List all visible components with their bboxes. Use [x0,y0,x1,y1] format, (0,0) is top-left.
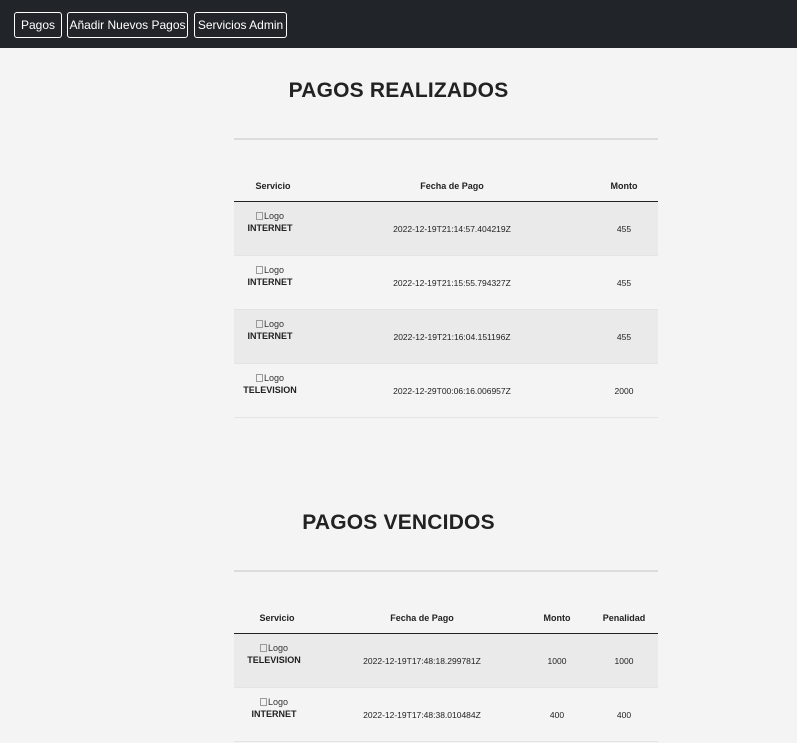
payment-penalty: 400 [616,710,632,720]
table-header: Servicio Fecha de Pago Monto Penalidad [234,602,658,634]
header-monto: Monto [543,613,571,623]
header-servicio: Servicio [259,613,295,623]
service-name: INTERNET [247,331,293,341]
pagos-vencidos-table: Servicio Fecha de Pago Monto Penalidad L… [234,602,658,742]
payment-penalty: 1000 [614,656,634,666]
broken-image-icon [255,212,263,220]
table-row: Logo INTERNET 2022-12-19T21:15:55.794327… [234,256,658,310]
payment-amount: 455 [616,278,632,288]
service-logo: Logo [234,319,306,330]
navbar: Pagos Añadir Nuevos Pagos Servicios Admi… [0,0,797,48]
header-fecha-de-pago: Fecha de Pago [420,181,484,191]
service-name: INTERNET [247,277,293,287]
table-row: Logo TELEVISION 2022-12-29T00:06:16.0069… [234,364,658,418]
payment-amount: 1000 [547,656,567,666]
service-logo: Logo [238,697,310,708]
header-penalidad: Penalidad [602,613,646,623]
payment-date: 2022-12-19T17:48:38.010484Z [363,710,481,720]
table-row: Logo INTERNET 2022-12-19T17:48:38.010484… [234,688,658,742]
table-row: Logo TELEVISION 2022-12-19T17:48:18.2997… [234,634,658,688]
nav-pagos-button[interactable]: Pagos [14,12,62,38]
payment-date: 2022-12-19T21:16:04.151196Z [393,332,511,342]
pagos-realizados-table: Servicio Fecha de Pago Monto Logo INTERN… [234,170,658,418]
payment-amount: 2000 [614,386,634,396]
broken-image-icon [255,266,263,274]
service-logo: Logo [238,643,310,654]
header-servicio: Servicio [255,181,291,191]
broken-image-icon [255,374,263,382]
table-row: Logo INTERNET 2022-12-19T21:14:57.404219… [234,202,658,256]
broken-image-icon [259,644,267,652]
broken-image-icon [255,320,263,328]
nav-servicios-admin-button[interactable]: Servicios Admin [194,12,287,38]
section-divider [234,570,658,572]
service-logo: Logo [234,211,306,222]
payment-date: 2022-12-19T21:15:55.794327Z [393,278,511,288]
pagos-vencidos-title: PAGOS VENCIDOS [302,511,495,534]
payment-amount: 400 [549,710,565,720]
payment-amount: 455 [616,332,632,342]
payment-date: 2022-12-19T21:14:57.404219Z [393,224,511,234]
payment-amount: 455 [616,224,632,234]
service-logo: Logo [234,265,306,276]
service-name: INTERNET [251,709,297,719]
broken-image-icon [259,698,267,706]
payment-date: 2022-12-29T00:06:16.006957Z [393,386,511,396]
service-name: INTERNET [247,223,293,233]
service-name: TELEVISION [243,385,297,395]
payment-date: 2022-12-19T17:48:18.299781Z [363,656,481,666]
table-header: Servicio Fecha de Pago Monto [234,170,658,202]
header-fecha-de-pago: Fecha de Pago [390,613,454,623]
service-logo: Logo [234,373,306,384]
nav-anadir-pagos-button[interactable]: Añadir Nuevos Pagos [67,12,188,38]
pagos-realizados-title: PAGOS REALIZADOS [288,79,509,102]
service-name: TELEVISION [247,655,301,665]
header-monto: Monto [610,181,638,191]
section-divider [234,138,658,140]
table-row: Logo INTERNET 2022-12-19T21:16:04.151196… [234,310,658,364]
